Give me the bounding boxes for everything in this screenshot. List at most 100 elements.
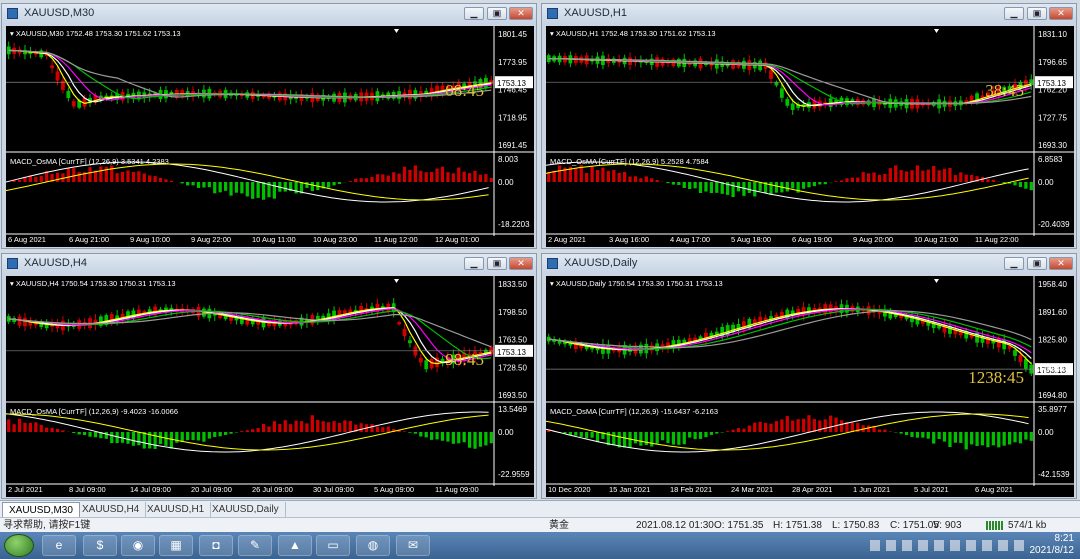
indicator-tick-label: 13.5469 bbox=[498, 405, 527, 414]
close-button[interactable]: ✕ bbox=[509, 7, 533, 20]
candle-body bbox=[418, 357, 423, 363]
price-tick-label: 1825.80 bbox=[1038, 336, 1067, 345]
window-titlebar[interactable]: XAUUSD,M30 ▁ ▣ ✕ bbox=[2, 4, 536, 24]
time-tick-label: 15 Jan 2021 bbox=[609, 485, 650, 494]
time-tick-label: 8 Jul 09:00 bbox=[69, 485, 106, 494]
chart-window-h1[interactable]: XAUUSD,H1 ▁ ▣ ✕ 1753.13 1831.10 1796.65 176… bbox=[541, 3, 1077, 249]
shift-marker-icon bbox=[934, 279, 939, 283]
chart-window-icon bbox=[547, 8, 558, 19]
game-icon[interactable]: ◍ bbox=[356, 535, 390, 556]
time-tick-label: 14 Jul 09:00 bbox=[130, 485, 171, 494]
chart-area[interactable]: 1753.13 1958.40 1891.60 1825.80 1759.00 1694.… bbox=[546, 276, 1074, 497]
wechat-icon[interactable]: ✉ bbox=[396, 535, 430, 556]
close-button[interactable]: ✕ bbox=[1049, 7, 1073, 20]
time-tick-label: 6 Aug 2021 bbox=[975, 485, 1013, 494]
price-tick-label: 1718.95 bbox=[498, 113, 527, 122]
minimize-button[interactable]: ▁ bbox=[1004, 257, 1024, 270]
time-tick-label: 5 Aug 18:00 bbox=[731, 235, 771, 244]
price-tick-label: 1759.00 bbox=[1038, 363, 1067, 372]
pen-icon[interactable]: ✎ bbox=[238, 535, 272, 556]
status-close: C: 1751.05 bbox=[890, 520, 939, 531]
time-tick-label: 12 Aug 01:00 bbox=[435, 235, 479, 244]
indicator-tick-label: -18.2203 bbox=[498, 220, 530, 229]
chart-window-m30[interactable]: XAUUSD,M30 ▁ ▣ ✕ 1753.13 1801.45 1773.95 17… bbox=[1, 3, 537, 249]
indicator-tick-label: 35.8977 bbox=[1038, 405, 1067, 414]
chart-window-daily[interactable]: XAUUSD,Daily ▁ ▣ ✕ 1753.13 1958.40 1891.60… bbox=[541, 253, 1077, 499]
minimize-button[interactable]: ▁ bbox=[1004, 7, 1024, 20]
tab-h1[interactable]: XAUUSD,H1 bbox=[141, 502, 212, 517]
ma-white-line bbox=[8, 307, 492, 364]
explorer-icon[interactable]: ▭ bbox=[316, 535, 350, 556]
start-orb-icon[interactable] bbox=[4, 534, 34, 557]
close-button[interactable]: ✕ bbox=[1049, 257, 1073, 270]
restore-button[interactable]: ▣ bbox=[487, 257, 507, 270]
price-tick-label: 1693.50 bbox=[498, 391, 527, 400]
candle-body bbox=[23, 317, 27, 327]
candle-body bbox=[774, 82, 779, 86]
network-icon[interactable]: ▦ bbox=[159, 535, 193, 556]
time-tick-label: 6 Aug 21:00 bbox=[69, 235, 109, 244]
indicator-tick-label: 6.8583 bbox=[1038, 155, 1063, 164]
indicator-tick-label: 0.00 bbox=[498, 428, 514, 437]
tab-m30[interactable]: XAUUSD,M30 bbox=[2, 502, 80, 517]
time-tick-label: 28 Apr 2021 bbox=[792, 485, 832, 494]
taskbar-clock[interactable]: 8:21 2021/8/12 bbox=[1030, 533, 1075, 557]
candle-body bbox=[402, 328, 407, 337]
chart-window-h4[interactable]: XAUUSD,H4 ▁ ▣ ✕ 1753.13 1833.50 1798.50 176… bbox=[1, 253, 537, 499]
indicator-tick-label: -42.1539 bbox=[1038, 470, 1070, 479]
tray-icons[interactable] bbox=[870, 540, 1030, 551]
window-title: XAUUSD,M30 bbox=[24, 7, 95, 19]
chart-window-icon bbox=[547, 258, 558, 269]
price-tick-label: 1833.50 bbox=[498, 280, 527, 289]
shift-marker-icon bbox=[934, 29, 939, 33]
restore-button[interactable]: ▣ bbox=[1027, 7, 1047, 20]
indicator-tick-label: -20.4039 bbox=[1038, 220, 1070, 229]
close-button[interactable]: ✕ bbox=[509, 257, 533, 270]
status-low: L: 1750.83 bbox=[832, 520, 880, 531]
tab-h4[interactable]: XAUUSD,H4 bbox=[76, 502, 147, 517]
candle-body bbox=[66, 91, 71, 98]
symbol-info-label: ▾ XAUUSD,Daily 1750.54 1753.30 1750.31 1… bbox=[550, 279, 723, 288]
restore-button[interactable]: ▣ bbox=[1027, 257, 1047, 270]
status-open: O: 1751.35 bbox=[714, 520, 764, 531]
time-tick-label: 9 Aug 20:00 bbox=[853, 235, 893, 244]
window-title: XAUUSD,H4 bbox=[24, 257, 87, 269]
candle-body bbox=[779, 88, 784, 98]
camera-icon[interactable]: ◘ bbox=[199, 535, 233, 556]
shift-marker-icon bbox=[394, 279, 399, 283]
window-titlebar[interactable]: XAUUSD,Daily ▁ ▣ ✕ bbox=[542, 254, 1076, 274]
chart-window-icon bbox=[7, 8, 18, 19]
time-tick-label: 2 Aug 2021 bbox=[548, 235, 586, 244]
browser-icon[interactable]: ◉ bbox=[121, 535, 155, 556]
ie-icon[interactable]: e bbox=[42, 535, 76, 556]
time-tick-label: 11 Aug 22:00 bbox=[975, 235, 1019, 244]
price-tick-label: 1727.75 bbox=[1038, 113, 1067, 122]
mt4-icon[interactable]: ▲ bbox=[278, 535, 312, 556]
indicator-tick-label: 8.003 bbox=[498, 155, 519, 164]
time-tick-label: 10 Aug 21:00 bbox=[914, 235, 958, 244]
chart-area[interactable]: 1753.13 1831.10 1796.65 1762.20 1727.75 1693.… bbox=[546, 26, 1074, 247]
minimize-button[interactable]: ▁ bbox=[464, 257, 484, 270]
minimize-button[interactable]: ▁ bbox=[464, 7, 484, 20]
symbol-info-label: ▾ XAUUSD,H1 1752.48 1753.30 1751.62 1753… bbox=[550, 29, 716, 38]
window-titlebar[interactable]: XAUUSD,H4 ▁ ▣ ✕ bbox=[2, 254, 536, 274]
price-tick-label: 1746.45 bbox=[498, 86, 527, 95]
app-icon[interactable]: $ bbox=[83, 535, 117, 556]
bar-countdown-label: 38:45 bbox=[985, 81, 1024, 100]
restore-button[interactable]: ▣ bbox=[487, 7, 507, 20]
time-tick-label: 4 Aug 17:00 bbox=[670, 235, 710, 244]
window-titlebar[interactable]: XAUUSD,H1 ▁ ▣ ✕ bbox=[542, 4, 1076, 24]
chart-area[interactable]: 1753.13 1833.50 1798.50 1763.50 1728.50 1693.… bbox=[6, 276, 534, 497]
connection-bars-icon bbox=[986, 521, 1004, 530]
candle-body bbox=[790, 103, 795, 110]
status-traffic: 574/1 kb bbox=[1008, 520, 1047, 531]
chart-area[interactable]: 1753.13 1801.45 1773.95 1746.45 1718.95 1691.… bbox=[6, 26, 534, 247]
tab-daily[interactable]: XAUUSD,Daily bbox=[206, 502, 286, 517]
candle-body bbox=[397, 322, 402, 325]
time-tick-label: 10 Aug 11:00 bbox=[252, 235, 296, 244]
time-tick-label: 3 Aug 16:00 bbox=[609, 235, 649, 244]
time-tick-label: 18 Feb 2021 bbox=[670, 485, 712, 494]
indicator-label: MACD_OsMA [CurrTF] (12,26,9) -15.6437 -6… bbox=[550, 407, 718, 416]
indicator-label: MACD_OsMA [CurrTF] (12,26,9) 5.2528 4.75… bbox=[550, 157, 709, 166]
status-profile[interactable]: 黄金 bbox=[549, 518, 569, 533]
